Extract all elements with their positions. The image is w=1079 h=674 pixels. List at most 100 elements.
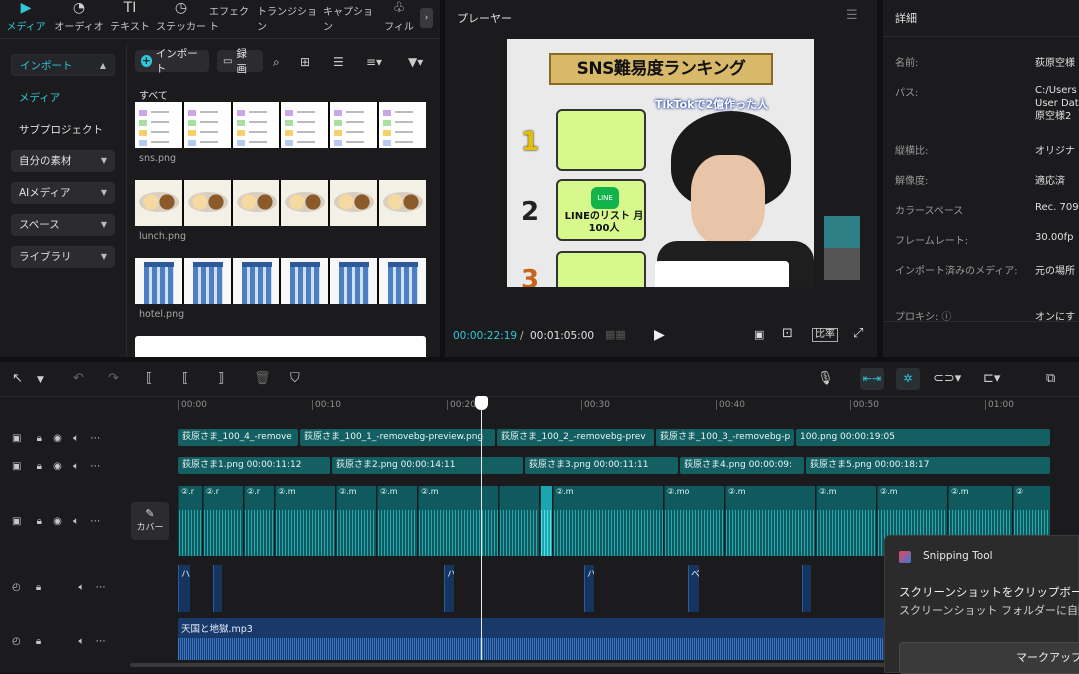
timeline-clip[interactable]: 荻原さま_100_3_-removebg-p [656, 429, 794, 446]
ratio-button[interactable]: 比率 [812, 328, 838, 342]
sidebar-item-media[interactable]: メディア [19, 90, 60, 105]
sidebar-library[interactable]: ライブラリ ▼ [11, 246, 115, 268]
sidebar-import[interactable]: インポート ▲ [11, 54, 115, 76]
timeline-clip[interactable]: 100.png 00:00:19:05 [796, 429, 1050, 446]
import-button[interactable]: + インポート [135, 48, 209, 75]
music-clip[interactable]: 天国と地獄.mp3 [178, 618, 888, 660]
tab-sticker[interactable]: ◷ ステッカー [155, 0, 207, 38]
search-icon[interactable]: ⌕ [273, 55, 280, 70]
quality-icon[interactable]: ▣ [754, 328, 764, 341]
more-icon[interactable]: ⋯ [90, 461, 100, 472]
tab-effect[interactable]: ☆エフェクト [209, 0, 255, 38]
eye-icon[interactable]: ◉ [53, 461, 62, 472]
audio-clip[interactable] [213, 565, 222, 612]
lock-icon[interactable]: 🔒︎ [36, 636, 41, 647]
timeline-clip[interactable]: 荻原さま_100_1_-removebg-preview.png [300, 429, 495, 446]
timeline-clip[interactable]: 荻原さま4.png 00:00:09: [680, 457, 804, 474]
video-clip-selected[interactable] [540, 486, 552, 556]
tab-filter[interactable]: ♧ フィル [382, 0, 416, 38]
marker-icon[interactable]: ⛉ [290, 371, 300, 386]
video-clip[interactable]: ②.r [178, 486, 202, 556]
more-icon[interactable]: ⋯ [96, 582, 106, 593]
tab-audio[interactable]: ◔ オーディオ [52, 0, 106, 38]
cover-button[interactable]: ✎ カバー [131, 502, 169, 540]
video-clip[interactable]: ②.m [816, 486, 876, 556]
more-icon[interactable]: ⋯ [90, 433, 100, 444]
new-folder-icon[interactable]: ⊞ [300, 55, 310, 69]
speaker-icon[interactable]: 🔈︎ [73, 433, 79, 444]
eye-icon[interactable]: ◉ [53, 433, 62, 444]
fullscreen-icon[interactable]: ⤢ [853, 326, 863, 341]
video-clip[interactable]: ②.r [203, 486, 243, 556]
linkage-toggle-icon[interactable]: ✲ [896, 368, 920, 390]
lock-icon[interactable]: 🔒︎ [37, 516, 42, 527]
video-clip[interactable]: ②.mo [664, 486, 724, 556]
eye-icon[interactable]: ◉ [53, 516, 62, 527]
timeline-scrollbar[interactable] [130, 663, 890, 667]
filter-funnel-icon[interactable]: ▼▾ [408, 55, 423, 69]
markup-button[interactable]: マークアップ [899, 642, 1079, 674]
audio-clip[interactable]: ハ [444, 565, 454, 612]
select-tool-icon[interactable]: ↖ [12, 371, 23, 386]
list-view-icon[interactable]: ☰ [333, 55, 344, 69]
timeline-clip[interactable]: 荻原さま_100_4_-remove [178, 429, 298, 446]
video-clip[interactable]: ②.r [244, 486, 274, 556]
snap-toggle-icon[interactable]: ⇤⇥ [860, 368, 884, 390]
audio-clip[interactable]: ハ [584, 565, 594, 612]
split-icon[interactable]: ⟦ [146, 371, 152, 386]
playhead-handle[interactable] [475, 396, 488, 410]
sidebar-ai-media[interactable]: AIメディア ▼ [11, 182, 115, 204]
timeline-clip[interactable]: 荻原さま1.png 00:00:11:12 [178, 457, 330, 474]
play-icon[interactable]: ▶ [654, 327, 665, 343]
delete-icon[interactable]: 🗑 [254, 371, 271, 386]
audio-clip[interactable] [802, 565, 811, 612]
speaker-icon[interactable]: 🔈︎ [73, 516, 79, 527]
microphone-icon[interactable]: 🎙 [817, 371, 834, 386]
zoom-fit-icon[interactable]: ⊡ [782, 326, 793, 341]
audio-clip[interactable]: ベ [688, 565, 699, 612]
detail-value[interactable]: オンにす [1035, 308, 1075, 323]
tab-caption[interactable]: ▭キャプション [323, 0, 379, 38]
tabs-scroll-right-button[interactable]: › [420, 8, 433, 28]
timeline-clip[interactable]: 荻原さま2.png 00:00:14:11 [332, 457, 523, 474]
video-clip[interactable] [499, 486, 539, 556]
video-clip[interactable]: ②.m [553, 486, 663, 556]
timeline-clip[interactable]: 荻原さま5.png 00:00:18:17 [806, 457, 1050, 474]
video-clip[interactable]: ②.m [377, 486, 417, 556]
video-clip[interactable]: ②.m [725, 486, 815, 556]
more-icon[interactable]: ⋯ [96, 636, 106, 647]
sort-icon[interactable]: ≡▾ [366, 55, 382, 69]
lunch-thumbnail[interactable] [135, 180, 426, 226]
link-icon[interactable]: ⊂⊃▾ [933, 371, 961, 386]
timeline-clip[interactable]: 荻原さま_100_2_-removebg-prev [497, 429, 654, 446]
audio-clip[interactable]: ハ [178, 565, 190, 612]
tab-transition[interactable]: ⋈トランジション [257, 0, 321, 38]
menu-icon[interactable]: ☰ [846, 8, 858, 23]
speaker-icon[interactable]: 🔈︎ [78, 582, 84, 593]
undo-icon[interactable]: ↶ [73, 371, 84, 386]
timeline-clip[interactable]: 荻原さま3.png 00:00:11:11 [525, 457, 678, 474]
record-button[interactable]: ▭ 録画 [217, 48, 263, 75]
speaker-icon[interactable]: 🔈︎ [78, 636, 84, 647]
sns-thumbnail[interactable] [135, 102, 426, 148]
preview-axis-icon[interactable]: ⊏▾ [983, 371, 1000, 386]
split-left-icon[interactable]: ⟦ [182, 371, 188, 386]
video-clip[interactable]: ②.m [336, 486, 376, 556]
tab-media[interactable]: ▶ メディア [6, 0, 46, 38]
tab-text[interactable]: TI テキスト [110, 0, 150, 38]
sidebar-item-subproject[interactable]: サブプロジェクト [19, 122, 103, 137]
chevron-down-icon[interactable]: ▼ [37, 375, 44, 385]
split-right-icon[interactable]: ⟧ [218, 371, 224, 386]
lock-icon[interactable]: 🔒︎ [36, 582, 41, 593]
video-clip[interactable]: ②.m [418, 486, 498, 556]
next-thumbnail[interactable] [135, 336, 426, 357]
playhead[interactable] [481, 396, 482, 660]
lock-icon[interactable]: 🔒︎ [37, 461, 42, 472]
sidebar-space[interactable]: スペース ▼ [11, 214, 115, 236]
more-icon[interactable]: ⋯ [90, 516, 100, 527]
sidebar-my-assets[interactable]: 自分の素材 ▼ [11, 150, 115, 172]
video-clip[interactable]: ②.m [275, 486, 335, 556]
speaker-icon[interactable]: 🔈︎ [73, 461, 79, 472]
zoom-timeline-icon[interactable]: ⧉ [1046, 371, 1055, 386]
hotel-thumbnail[interactable] [135, 258, 426, 304]
